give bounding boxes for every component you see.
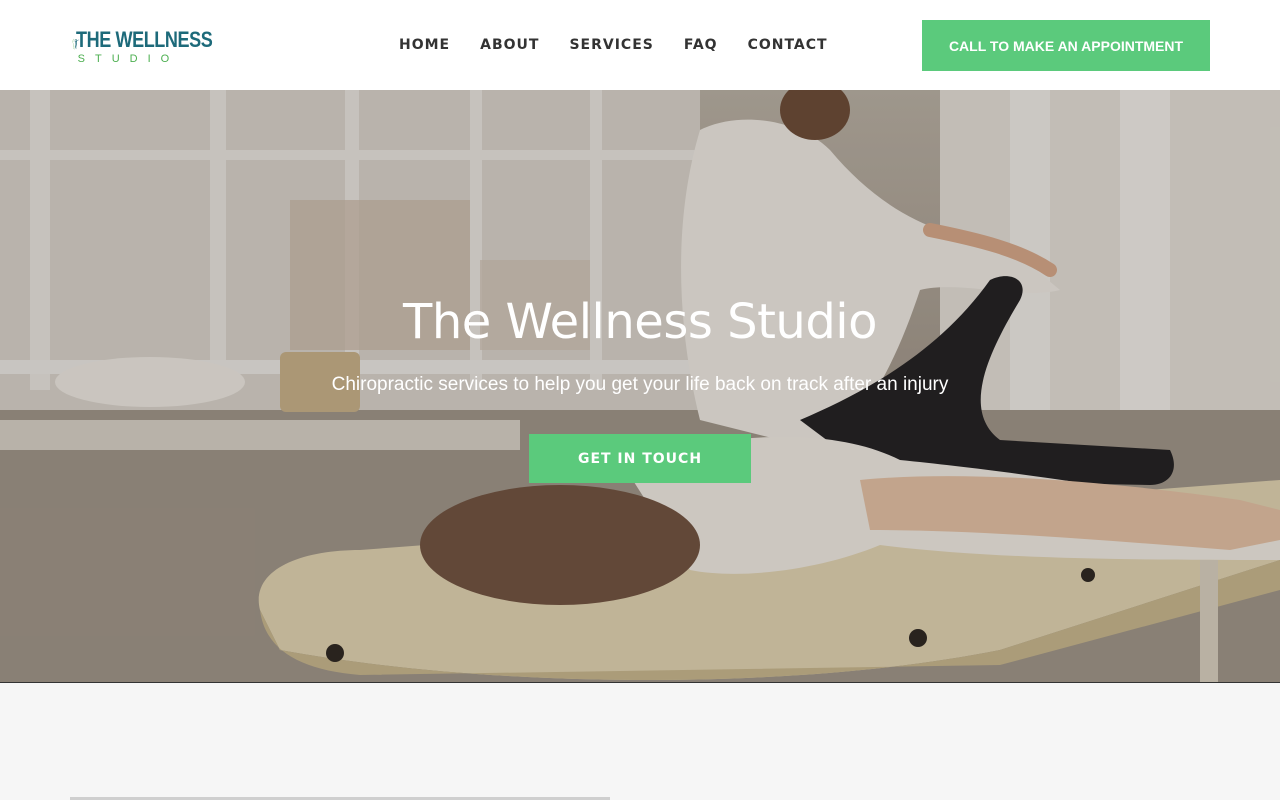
nav-contact[interactable]: CONTACT xyxy=(748,35,828,55)
nav-faq[interactable]: FAQ xyxy=(684,35,718,55)
logo-subtitle: STUDIO xyxy=(77,53,180,65)
main-nav: HOME ABOUT SERVICES FAQ CONTACT xyxy=(399,35,858,55)
nav-home[interactable]: HOME xyxy=(399,35,450,55)
hero-section: The Wellness Studio Chiropractic service… xyxy=(0,90,1280,683)
hero-title: The Wellness Studio xyxy=(403,294,878,350)
site-header: THE WELLNESS STUDIO HOME ABOUT SERVICES … xyxy=(0,0,1280,90)
logo[interactable]: THE WELLNESS STUDIO xyxy=(72,8,242,80)
call-appointment-button[interactable]: CALL TO MAKE AN APPOINTMENT xyxy=(922,20,1210,71)
logo-name: THE WELLNESS xyxy=(75,27,213,52)
next-section xyxy=(0,683,1280,800)
nav-services[interactable]: SERVICES xyxy=(569,35,653,55)
get-in-touch-button[interactable]: GET IN TOUCH xyxy=(529,434,751,483)
hero-subtitle: Chiropractic services to help you get yo… xyxy=(331,374,949,395)
nav-about[interactable]: ABOUT xyxy=(480,35,539,55)
